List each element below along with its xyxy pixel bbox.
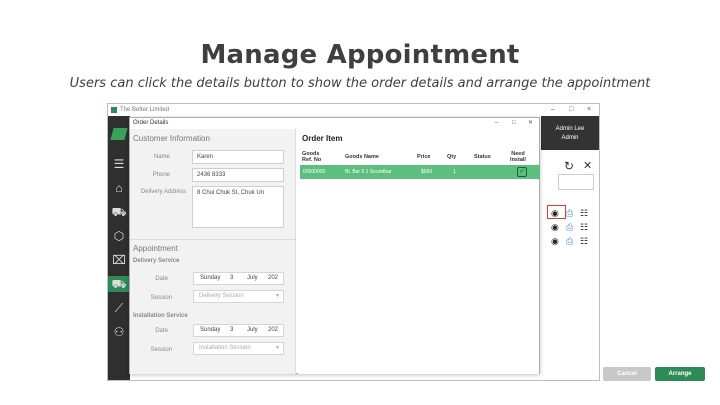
column-header: Price	[417, 154, 431, 160]
install-date-label: Date	[155, 328, 168, 334]
window-minimize-button[interactable]: –	[551, 104, 555, 116]
delivery-heading: Delivery Service	[133, 258, 180, 264]
users-icon[interactable]: ⚇	[111, 324, 127, 340]
goods-ref-cell: 00000000	[303, 169, 326, 175]
dialog-maximize-button[interactable]: □	[512, 118, 516, 129]
install-month: July	[247, 327, 258, 333]
bag-icon[interactable]: ⌧	[111, 252, 127, 268]
install-session-label: Session	[150, 347, 172, 353]
menu-icon[interactable]: ☰	[111, 156, 127, 172]
chevron-down-icon: ▼	[275, 345, 280, 351]
app-titlebar: The Better Limited – □ ×	[108, 104, 599, 116]
brand-logo-icon	[110, 128, 128, 140]
printer-icon[interactable]: ⎙	[566, 222, 573, 232]
need-install-checkbox[interactable]: ✓	[517, 167, 527, 177]
phone-label: Phone	[152, 172, 170, 178]
delivery-day: 3	[230, 275, 234, 281]
dialog-close-button[interactable]: ✕	[528, 118, 533, 129]
window-close-button[interactable]: ×	[587, 104, 591, 116]
sidebar: ☰ ⌂ ⛟ ⬡ ⌧ ⛟ ⟋ ⚇	[108, 116, 130, 380]
arrange-button[interactable]: Arrange	[655, 367, 705, 381]
column-header: Goods Ref. No	[302, 151, 322, 163]
order-details-dialog: Order Details – □ ✕ Customer Information…	[129, 117, 705, 381]
list-icon[interactable]: ☷	[580, 208, 588, 218]
user-panel: Admin Lee Admin	[541, 116, 599, 150]
delivery-weekday: Sunday	[200, 275, 221, 281]
background-field	[558, 174, 594, 190]
section-divider	[130, 239, 296, 240]
install-date-picker[interactable]: Sunday 3 July 202	[193, 324, 284, 337]
install-day: 3	[230, 327, 234, 333]
column-header: Need Install	[510, 151, 526, 163]
close-icon[interactable]: ✕	[583, 159, 592, 172]
delivery-session-label: Session	[150, 295, 172, 301]
details-button-highlight	[547, 205, 566, 219]
delivery-date-label: Date	[155, 276, 168, 282]
delivery-session-select[interactable]: Delivery Session ▼	[193, 290, 284, 303]
eye-icon[interactable]: ◉	[551, 222, 559, 232]
chart-icon[interactable]: ⟋	[111, 300, 127, 316]
column-header: Goods Name	[345, 154, 379, 160]
chevron-down-icon: ▼	[275, 293, 280, 299]
column-header: Qty	[447, 154, 457, 160]
appointment-heading: Appointment	[133, 244, 178, 253]
column-header: Status	[474, 154, 491, 160]
delivery-month: July	[247, 275, 258, 281]
user-role: Admin	[561, 135, 579, 141]
install-weekday: Sunday	[200, 327, 221, 333]
window-maximize-button[interactable]: □	[569, 104, 573, 116]
cart-icon[interactable]: ⛟	[111, 204, 127, 220]
list-icon[interactable]: ☷	[580, 222, 588, 232]
install-session-select[interactable]: Installation Session ▼	[193, 342, 284, 355]
dialog-minimize-button[interactable]: –	[495, 118, 498, 129]
app-logo-icon	[111, 107, 117, 113]
address-field[interactable]: 8 Chui Chuk St, Chuk Un	[192, 186, 284, 228]
delivery-session-placeholder: Delivery Session	[199, 293, 244, 299]
customer-heading: Customer Information	[133, 134, 210, 143]
price-cell: $560	[421, 169, 433, 175]
reload-icon[interactable]: ↻	[564, 159, 574, 173]
install-session-placeholder: Installation Session	[199, 345, 251, 351]
printer-icon[interactable]: ⎙	[566, 236, 573, 246]
slide-subtitle: Users can click the details button to sh…	[69, 76, 651, 91]
printer-icon[interactable]: ⎙	[566, 208, 573, 218]
slide-title: Manage Appointment	[200, 40, 520, 70]
goods-name-cell: BL Bar 5.1 Soundbar	[345, 169, 392, 175]
eye-icon[interactable]: ◉	[551, 236, 559, 246]
user-name: Admin Lee	[555, 126, 585, 132]
address-label: Delivery Address	[140, 189, 186, 195]
dialog-title: Order Details	[133, 120, 169, 126]
truck-icon[interactable]: ⛟	[108, 276, 130, 292]
delivery-date-picker[interactable]: Sunday 3 July 202	[193, 272, 284, 285]
qty-cell: 1	[453, 169, 456, 175]
install-heading: Installation Service	[133, 313, 188, 319]
dialog-titlebar: Order Details – □ ✕	[130, 118, 539, 129]
install-year: 202	[268, 327, 279, 333]
list-icon[interactable]: ☷	[580, 236, 588, 246]
order-heading: Order Item	[302, 134, 343, 143]
app-window-title: The Better Limited	[120, 107, 170, 113]
delivery-year: 202	[268, 275, 279, 281]
home-icon[interactable]: ⌂	[111, 180, 127, 196]
name-field[interactable]: Karen	[192, 150, 284, 164]
slide: Manage Appointment Users can click the d…	[0, 0, 720, 405]
order-panel: Order Item Goods Ref. No Goods Name Pric…	[298, 129, 705, 381]
customer-panel: Customer Information Name Karen Phone 24…	[130, 129, 296, 374]
table-row[interactable]: 00000000 BL Bar 5.1 Soundbar $560 1 ✓	[300, 165, 540, 179]
box-icon[interactable]: ⬡	[111, 228, 127, 244]
phone-field[interactable]: 2436 8333	[192, 168, 284, 182]
name-label: Name	[153, 154, 170, 160]
cancel-button[interactable]: Cancel	[603, 367, 651, 381]
